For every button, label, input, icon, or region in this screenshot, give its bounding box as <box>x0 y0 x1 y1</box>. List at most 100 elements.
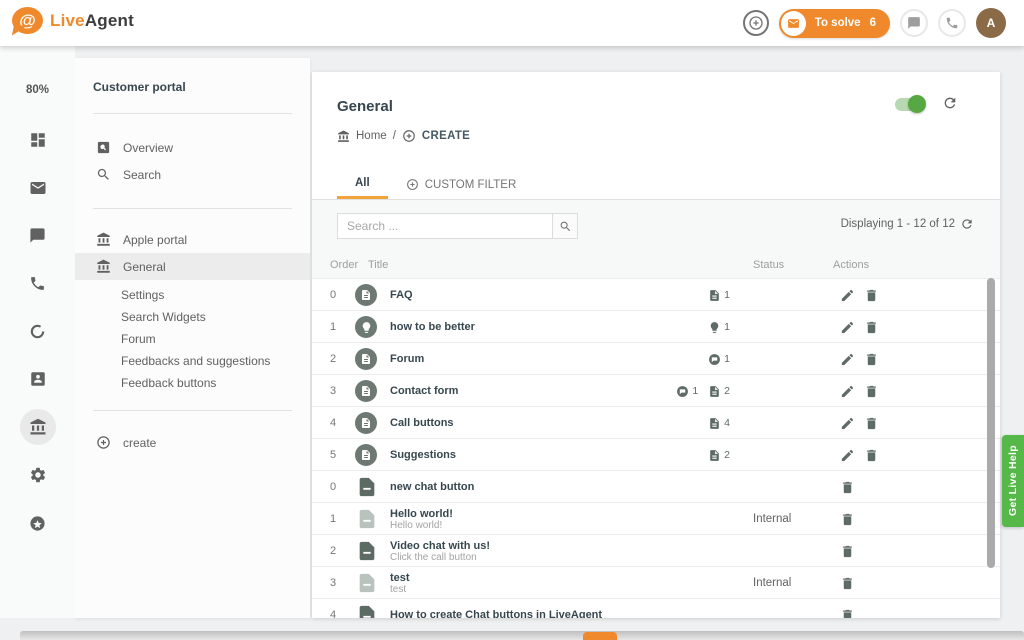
delete-icon[interactable] <box>840 576 855 591</box>
edit-icon[interactable] <box>840 384 855 399</box>
rail-chats[interactable] <box>0 217 75 253</box>
to-solve-button[interactable]: To solve 6 <box>779 9 890 38</box>
delete-icon[interactable] <box>840 480 855 495</box>
edit-icon[interactable] <box>840 288 855 303</box>
sidebar-item-create[interactable]: create <box>75 429 310 456</box>
delete-icon[interactable] <box>840 544 855 559</box>
breadcrumb-create[interactable]: CREATE <box>422 130 470 142</box>
row-status-badges: 12 <box>676 375 730 407</box>
status-count: 1 <box>724 289 730 301</box>
category-avatar <box>355 348 377 370</box>
refresh-icon[interactable] <box>960 217 974 231</box>
rail-dashboard[interactable] <box>0 122 75 158</box>
row-title: FAQ <box>390 289 413 301</box>
table-row[interactable]: 1 how to be better 1 <box>312 310 1000 342</box>
search-input[interactable] <box>337 213 552 239</box>
table-toolbar: Displaying 1 - 12 of 12 <box>312 200 1000 255</box>
table-row[interactable]: 3 Contact form 12 <box>312 374 1000 406</box>
document-icon <box>360 449 372 461</box>
document-icon <box>356 476 378 498</box>
article-icon <box>356 604 378 618</box>
column-actions: Actions <box>833 259 869 271</box>
plus-circle-icon <box>96 435 111 450</box>
sidebar-sub-feedbacks[interactable]: Feedbacks and suggestions <box>75 350 310 372</box>
chat-icon <box>907 16 921 30</box>
sidebar-item-overview[interactable]: Overview <box>75 134 310 161</box>
contact-card-icon <box>29 370 47 388</box>
table-row[interactable]: 0 new chat button <box>312 470 1000 502</box>
sidebar-item-general[interactable]: General <box>75 253 310 280</box>
sidebar-sub-feedback-buttons[interactable]: Feedback buttons <box>75 372 310 394</box>
sidebar-item-apple-portal[interactable]: Apple portal <box>75 226 310 253</box>
delete-icon[interactable] <box>864 416 879 431</box>
row-actions <box>840 599 855 618</box>
rail-calls[interactable] <box>0 265 75 301</box>
search-box <box>337 213 578 239</box>
table-scrollbar[interactable] <box>987 278 995 618</box>
search-submit-button[interactable] <box>552 213 578 239</box>
rail-starred[interactable] <box>0 505 75 541</box>
sidebar-title: Customer portal <box>93 80 310 94</box>
edit-icon[interactable] <box>840 320 855 335</box>
bulb-icon <box>708 321 721 334</box>
liveagent-logo: @ LiveAgent <box>12 7 134 34</box>
tab-all[interactable]: All <box>337 170 388 199</box>
delete-icon[interactable] <box>864 384 879 399</box>
top-bar: @ LiveAgent To solve 6 A <box>0 0 1024 46</box>
row-title: Suggestions <box>390 449 456 461</box>
row-order: 3 <box>330 567 336 599</box>
table-row[interactable]: 0 FAQ 1 <box>312 278 1000 310</box>
user-avatar[interactable]: A <box>976 8 1006 38</box>
sidebar-item-search[interactable]: Search <box>75 161 310 188</box>
sidebar-sub-settings[interactable]: Settings <box>75 284 310 306</box>
call-button[interactable] <box>938 9 966 37</box>
overview-icon <box>96 140 111 155</box>
sidebar-sub-forum[interactable]: Forum <box>75 328 310 350</box>
table-row[interactable]: 4 Call buttons 4 <box>312 406 1000 438</box>
refresh-icon[interactable] <box>942 95 958 111</box>
lightbulb-icon <box>360 321 373 334</box>
to-solve-label: To solve <box>815 17 861 29</box>
status-badge: 1 <box>708 321 730 334</box>
rail-customers[interactable] <box>0 361 75 397</box>
chat-button[interactable] <box>900 9 928 37</box>
rail-configuration[interactable] <box>0 457 75 493</box>
table-row[interactable]: 4 How to create Chat buttons in LiveAgen… <box>312 598 1000 618</box>
delete-icon[interactable] <box>864 352 879 367</box>
scrollbar-thumb[interactable] <box>987 278 995 568</box>
article-icon <box>708 289 721 302</box>
enabled-toggle[interactable] <box>895 98 925 111</box>
rail-tickets[interactable] <box>0 170 75 206</box>
row-title: How to create Chat buttons in LiveAgent <box>390 609 602 618</box>
sidebar-sub-search-widgets[interactable]: Search Widgets <box>75 306 310 328</box>
tab-label: All <box>355 177 370 189</box>
rail-automation[interactable] <box>0 313 75 349</box>
table-row[interactable]: 5 Suggestions 2 <box>312 438 1000 470</box>
edit-icon[interactable] <box>840 448 855 463</box>
edit-icon[interactable] <box>840 416 855 431</box>
table-row[interactable]: 2 Forum 1 <box>312 342 1000 374</box>
edit-icon[interactable] <box>840 352 855 367</box>
add-button[interactable] <box>743 10 769 36</box>
breadcrumb-home[interactable]: Home <box>356 130 387 142</box>
get-live-help-button[interactable]: Get Live Help <box>1002 435 1024 527</box>
chat-icon <box>29 227 46 244</box>
row-subtitle: Hello world! <box>390 520 453 531</box>
delete-icon[interactable] <box>864 448 879 463</box>
delete-icon[interactable] <box>840 608 855 619</box>
table-row[interactable]: 1 Hello world!Hello world! Internal <box>312 502 1000 534</box>
row-status-badges: 1 <box>708 343 730 375</box>
delete-icon[interactable] <box>864 288 879 303</box>
delete-icon[interactable] <box>864 320 879 335</box>
minimized-widget-bar[interactable] <box>20 631 1024 640</box>
table-row[interactable]: 3 testtest Internal <box>312 566 1000 598</box>
rail-customer-portal[interactable] <box>0 409 75 445</box>
tab-custom-filter[interactable]: CUSTOM FILTER <box>388 170 535 199</box>
home-bank-icon <box>337 130 350 143</box>
delete-icon[interactable] <box>840 512 855 527</box>
table-row[interactable]: 2 Video chat with us!Click the call butt… <box>312 534 1000 566</box>
row-order: 2 <box>330 535 336 567</box>
star-circle-icon <box>29 515 46 532</box>
row-title: Hello world! <box>390 508 453 520</box>
row-order: 5 <box>330 439 336 471</box>
